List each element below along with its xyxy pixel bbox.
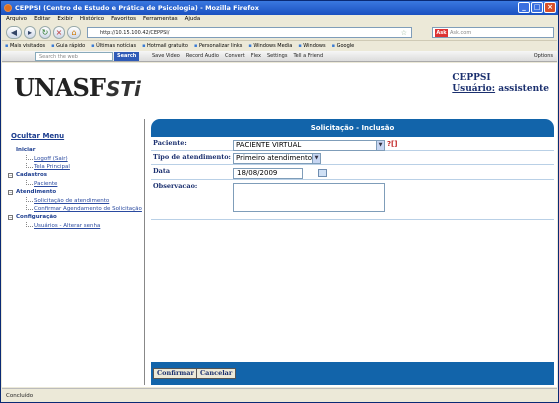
- bookmark-item[interactable]: Windows: [298, 42, 325, 51]
- save-video-button[interactable]: Save Video: [152, 51, 180, 62]
- title-bar: CEPPSI (Centro de Estudo e Prática de Ps…: [1, 1, 558, 15]
- forward-icon[interactable]: ▸: [24, 26, 36, 39]
- status-text: Concluído: [6, 393, 34, 399]
- user-label[interactable]: Usuário:: [452, 84, 495, 94]
- tree-group-atendimento[interactable]: − Atendimento: [8, 188, 145, 197]
- url-text: http://10.15.100.42/CEPPSI/: [100, 30, 170, 36]
- ask-icon: Ask: [435, 29, 448, 37]
- panel-title: Solicitação - Inclusão: [151, 119, 554, 137]
- menu-historico[interactable]: Histórico: [80, 15, 104, 24]
- bookmark-item[interactable]: Google: [332, 42, 355, 51]
- data-label: Data: [153, 167, 171, 175]
- menu-exibir[interactable]: Exibir: [57, 15, 73, 24]
- tree-group-configuracao[interactable]: − Configuração: [8, 213, 145, 222]
- firefox-icon: [4, 4, 12, 12]
- addon-items: Save Video Record Audio Convert Flex Set…: [152, 51, 323, 62]
- bookmark-item[interactable]: Últimas notícias: [91, 42, 136, 51]
- home-icon[interactable]: ⌂: [67, 26, 81, 39]
- window-title: CEPPSI (Centro de Estudo e Prática de Ps…: [15, 4, 259, 12]
- maximize-button[interactable]: □: [531, 2, 543, 13]
- row-observacao: Observacao:: [151, 180, 554, 220]
- addon-toolbar: Search the web Search Save Video Record …: [2, 51, 557, 62]
- sidebar: Ocultar Menu Iniciar Logoff (Sair) Tela …: [2, 119, 145, 385]
- calendar-icon[interactable]: [318, 169, 327, 177]
- tipo-value: Primeiro atendimento: [236, 154, 312, 162]
- bookmark-item[interactable]: Windows Media: [248, 42, 292, 51]
- stop-icon[interactable]: ×: [53, 26, 65, 39]
- tree-item-solicitacao[interactable]: Solicitação de atendimento: [8, 197, 145, 205]
- tree-item-confirmar-agendamento[interactable]: Confirmar Agendamento de Solicitação: [8, 205, 145, 213]
- tipo-label: Tipo de atendimento:: [153, 153, 231, 161]
- browser-window: CEPPSI (Centro de Estudo e Prática de Ps…: [0, 0, 559, 403]
- addon-search-input[interactable]: Search the web: [35, 52, 113, 61]
- tree-group-iniciar[interactable]: Iniciar: [8, 146, 145, 155]
- row-paciente: Paciente: PACIENTE VIRTUAL ▼ ?[]: [151, 137, 554, 151]
- reload-icon[interactable]: ↻: [39, 26, 51, 39]
- main-panel: Solicitação - Inclusão Paciente: PACIENT…: [151, 119, 554, 385]
- window-controls: _ □ ×: [518, 2, 556, 13]
- options-button[interactable]: Options: [534, 51, 553, 62]
- form-actions: Confirmar Cancelar: [151, 362, 554, 385]
- paciente-value: PACIENTE VIRTUAL: [236, 141, 302, 149]
- web-search-input[interactable]: Ask Ask.com: [432, 27, 554, 38]
- back-icon[interactable]: ◀: [6, 26, 22, 39]
- bookmarks-bar: Mais visitados Guia rápido Últimas notíc…: [2, 42, 557, 51]
- bookmark-item[interactable]: Hotmail gratuito: [142, 42, 188, 51]
- confirm-button[interactable]: Confirmar: [153, 368, 198, 379]
- menu-bar: Arquivo Editar Exibir Histórico Favorito…: [2, 15, 557, 24]
- close-button[interactable]: ×: [544, 2, 556, 13]
- bookmark-item[interactable]: Guia rápido: [51, 42, 85, 51]
- bookmark-item[interactable]: Personalizar links: [194, 42, 242, 51]
- user-name: assistente: [498, 84, 549, 94]
- navigation-toolbar: ◀ ▸ ↻ × ⌂ http://10.15.100.42/CEPPSI/ ☆ …: [2, 24, 557, 41]
- chevron-down-icon: ▼: [376, 141, 384, 150]
- tipo-select[interactable]: Primeiro atendimento ▼: [233, 153, 321, 164]
- collapse-icon[interactable]: −: [8, 215, 13, 220]
- record-audio-button[interactable]: Record Audio: [186, 51, 219, 62]
- flex-button[interactable]: Flex: [251, 51, 261, 62]
- status-bar: Concluído: [2, 388, 557, 402]
- chevron-down-icon: ▼: [312, 154, 320, 163]
- hide-menu-link[interactable]: Ocultar Menu: [11, 132, 64, 140]
- tree-item-alterar-senha[interactable]: Usuários - Alterar senha: [8, 222, 145, 230]
- bookmark-item[interactable]: Mais visitados: [5, 42, 45, 51]
- settings-button[interactable]: Settings: [267, 51, 288, 62]
- addon-search-placeholder: Search the web: [39, 54, 78, 60]
- cancel-button[interactable]: Cancelar: [196, 368, 237, 379]
- menu-tree: Iniciar Logoff (Sair) Tela Principal − Ca…: [8, 146, 145, 230]
- page-content: UNASF STi CEPPSI Usuário: assistente Ocu…: [2, 63, 557, 387]
- data-input[interactable]: 18/08/2009: [233, 168, 303, 179]
- minimize-button[interactable]: _: [518, 2, 530, 13]
- menu-arquivo[interactable]: Arquivo: [6, 15, 27, 24]
- menu-ferramentas[interactable]: Ferramentas: [143, 15, 178, 24]
- convert-button[interactable]: Convert: [225, 51, 245, 62]
- tree-item-tela-principal[interactable]: Tela Principal: [8, 163, 145, 171]
- tell-a-friend-button[interactable]: Tell a Friend: [293, 51, 323, 62]
- page-header: UNASF STi CEPPSI Usuário: assistente: [2, 63, 557, 119]
- unasf-logo: UNASF: [14, 73, 106, 102]
- tree-item-paciente[interactable]: Paciente: [8, 180, 145, 188]
- row-tipo: Tipo de atendimento: Primeiro atendiment…: [151, 151, 554, 165]
- help-icon[interactable]: ?[]: [387, 140, 397, 148]
- url-bar[interactable]: http://10.15.100.42/CEPPSI/ ☆: [87, 27, 412, 38]
- menu-favoritos[interactable]: Favoritos: [111, 15, 136, 24]
- web-search-placeholder: Ask.com: [450, 30, 472, 36]
- tree-item-logoff[interactable]: Logoff (Sair): [8, 155, 145, 163]
- paciente-select[interactable]: PACIENTE VIRTUAL ▼: [233, 140, 385, 151]
- user-info: CEPPSI Usuário: assistente: [452, 73, 549, 95]
- addon-search-button[interactable]: Search: [114, 52, 140, 61]
- bookmark-star-icon[interactable]: ☆: [401, 28, 407, 38]
- sti-logo: STi: [106, 77, 141, 101]
- data-value: 18/08/2009: [237, 169, 278, 177]
- observacao-textarea[interactable]: [233, 183, 385, 212]
- observacao-label: Observacao:: [153, 182, 198, 190]
- menu-editar[interactable]: Editar: [34, 15, 50, 24]
- tree-group-cadastros[interactable]: − Cadastros: [8, 171, 145, 180]
- org-name: CEPPSI: [452, 73, 491, 83]
- menu-ajuda[interactable]: Ajuda: [185, 15, 201, 24]
- collapse-icon[interactable]: −: [8, 173, 13, 178]
- paciente-label: Paciente:: [153, 139, 187, 147]
- row-data: Data 18/08/2009: [151, 165, 554, 180]
- collapse-icon[interactable]: −: [8, 190, 13, 195]
